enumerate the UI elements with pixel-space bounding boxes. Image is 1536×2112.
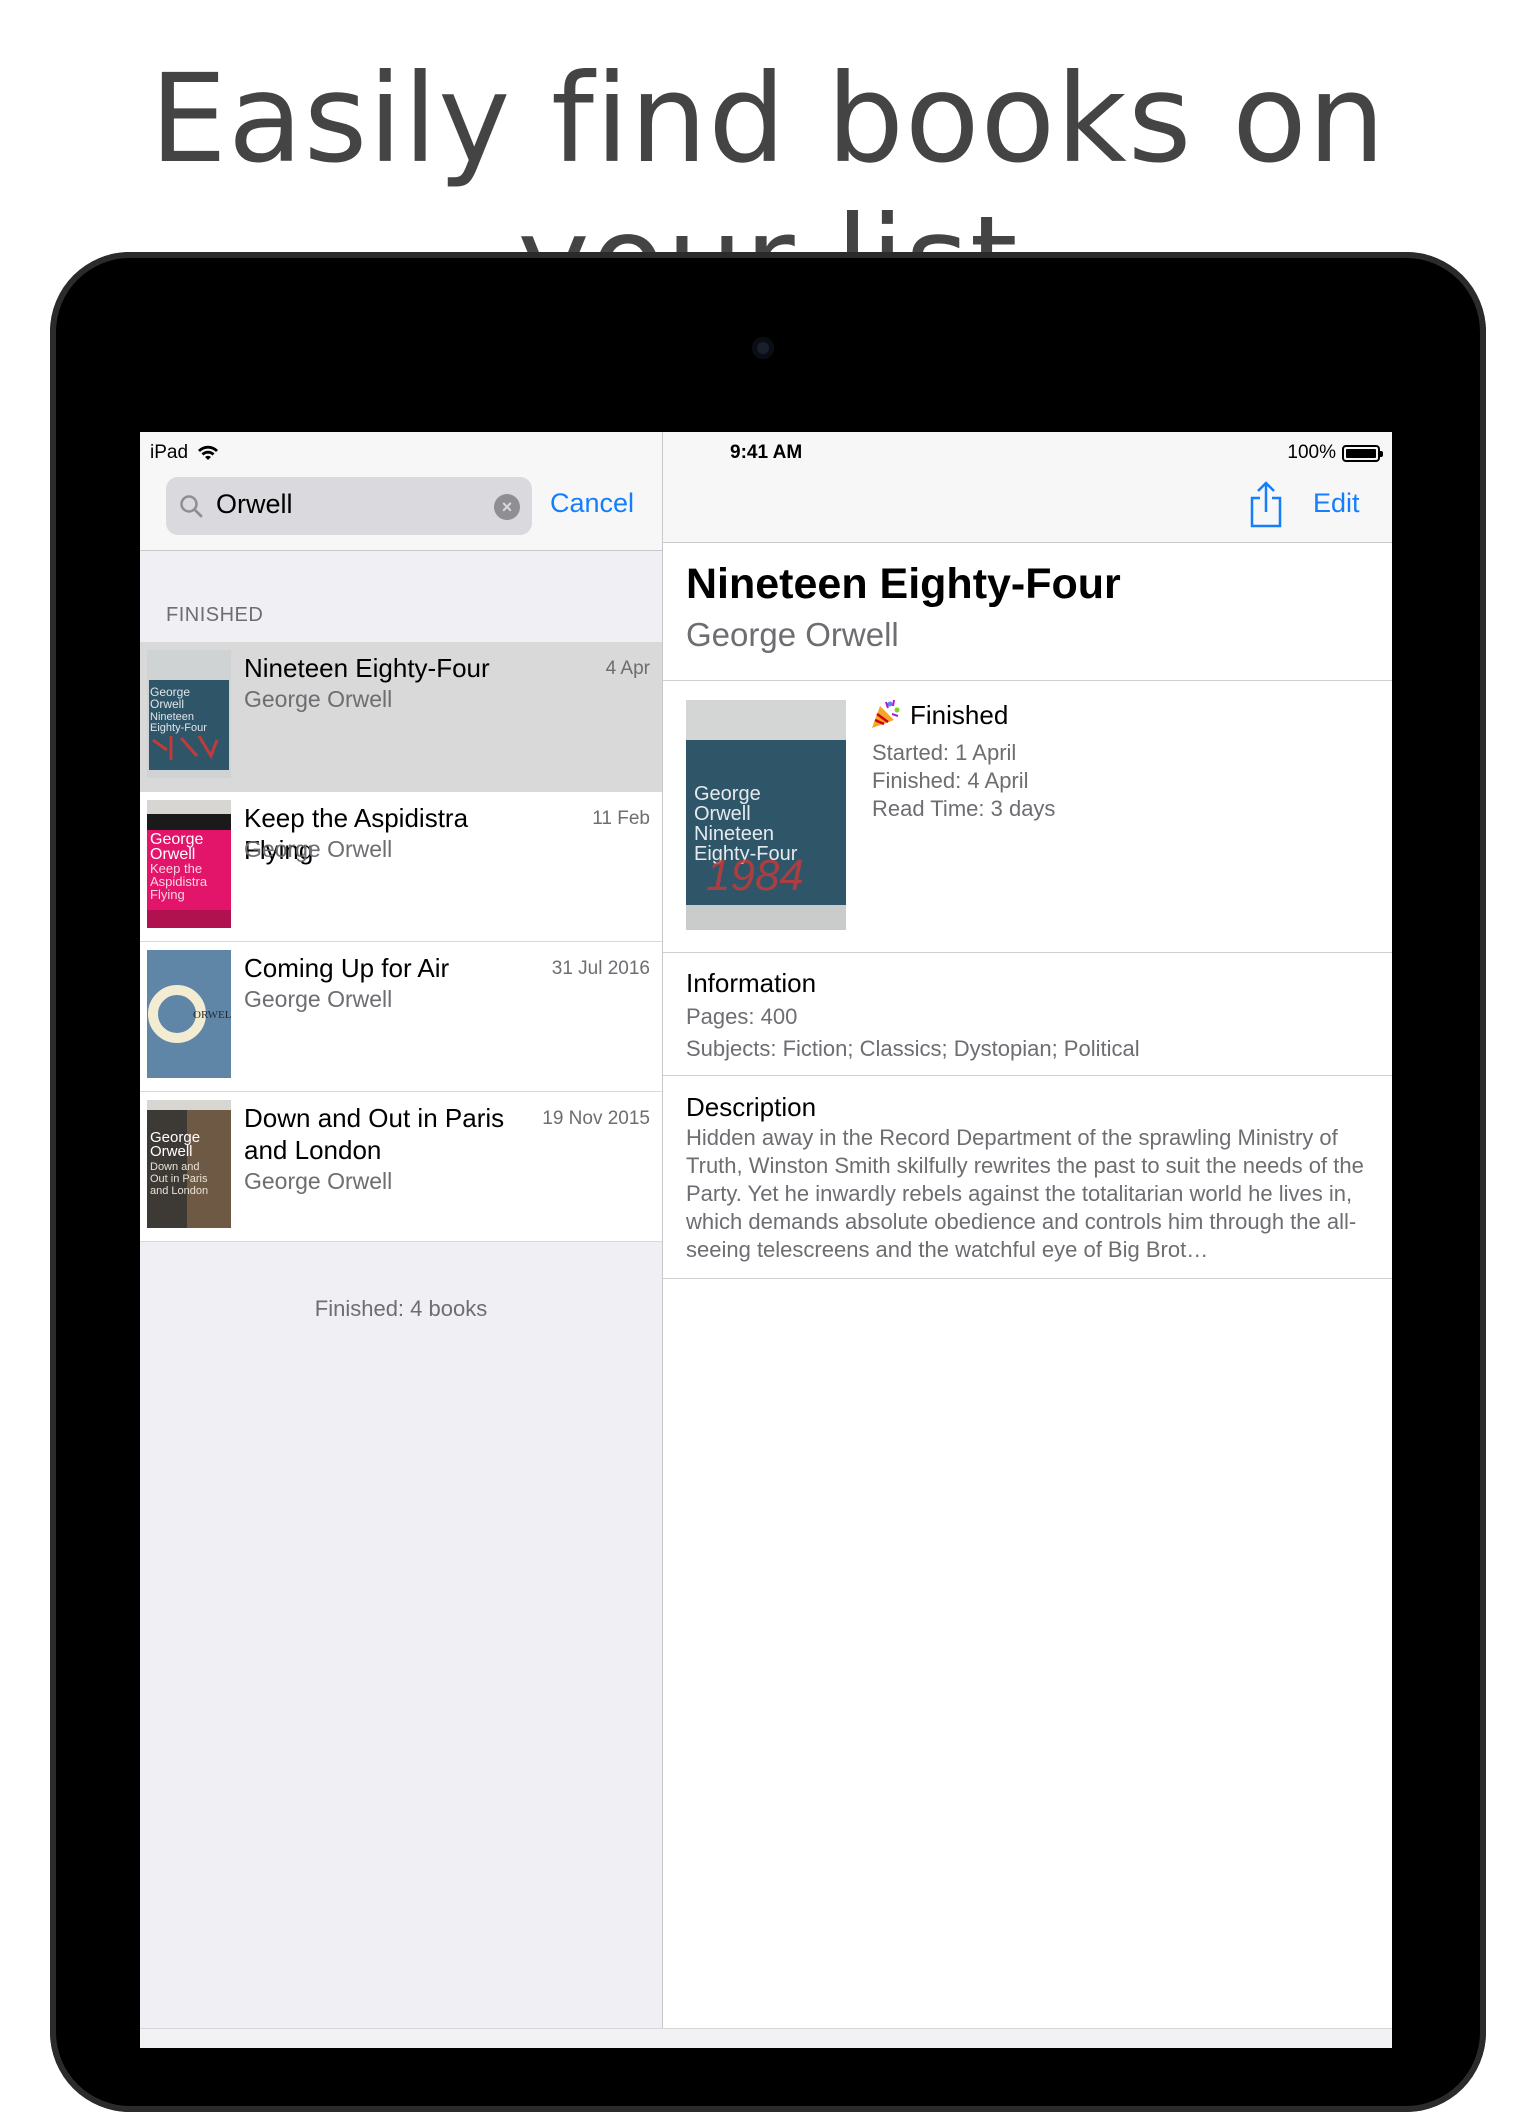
battery-icon (1342, 444, 1383, 462)
ipad-screen: iPad 9:41 AM 100% Orwell × Cancel FINISH… (140, 432, 1392, 2048)
book-title: Down and Out in Paris and London (244, 1103, 505, 1165)
svg-text:Orwell: Orwell (150, 1143, 193, 1160)
book-list-pane: Orwell × Cancel FINISHED George Orwell N… (140, 432, 663, 2048)
search-value: Orwell (216, 489, 293, 519)
svg-text:Eighty-Four: Eighty-Four (150, 722, 207, 734)
book-row[interactable]: George Orwell Nineteen Eighty-Four Ninet… (140, 642, 662, 792)
book-row[interactable]: George Orwell Down and Out in Paris and … (140, 1092, 662, 1242)
read-status: Finished (868, 698, 1008, 732)
pages-info: Pages: 400 (686, 1004, 798, 1029)
wifi-icon (198, 445, 219, 460)
edit-button[interactable]: Edit (1313, 488, 1360, 519)
book-author: George Orwell (244, 1168, 393, 1194)
book-author: George Orwell (244, 836, 393, 862)
book-title: Nineteen Eighty-Four (244, 653, 490, 683)
book-row[interactable]: George Orwell Keep the Aspidistra Flying… (140, 792, 662, 942)
cancel-button[interactable]: Cancel (550, 488, 634, 519)
book-list: George Orwell Nineteen Eighty-Four Ninet… (140, 642, 662, 1242)
book-date: 4 Apr (605, 658, 650, 679)
book-cover: George Orwell Down and Out in Paris and … (147, 1100, 231, 1228)
book-cover: George Orwell Keep the Aspidistra Flying (147, 800, 231, 928)
svg-text:Orwell: Orwell (150, 697, 184, 711)
camera (752, 337, 774, 359)
detail-author: George Orwell (686, 616, 899, 653)
tab-bar-edge (140, 2028, 1392, 2048)
book-row[interactable]: ORWELL Coming Up for Air George Orwell 3… (140, 942, 662, 1092)
read-time: Read Time: 3 days (872, 796, 1056, 821)
status-bar: iPad 9:41 AM 100% (140, 432, 1392, 472)
book-date: 31 Jul 2016 (551, 958, 650, 979)
book-cover: ORWELL (147, 950, 231, 1078)
started-date: Started: 1 April (872, 740, 1017, 765)
book-cover: George Orwell Nineteen Eighty-Four (147, 650, 231, 778)
divider (663, 680, 1392, 681)
book-date: 19 Nov 2015 (542, 1108, 650, 1129)
svg-text:Out in Paris: Out in Paris (150, 1173, 208, 1185)
book-detail-pane: Edit Nineteen Eighty-Four George Orwell … (663, 432, 1392, 2048)
party-popper-icon (872, 699, 900, 728)
svg-text:1984: 1984 (706, 851, 804, 900)
search-input[interactable]: Orwell × (166, 477, 532, 535)
book-author: George Orwell (244, 986, 393, 1012)
svg-text:Down and: Down and (150, 1161, 200, 1173)
device-name: iPad (150, 442, 189, 463)
divider (663, 952, 1392, 953)
svg-text:Nineteen: Nineteen (694, 823, 774, 845)
svg-text:Flying: Flying (150, 887, 185, 902)
description-text: Hidden away in the Record Department of … (686, 1125, 1364, 1262)
search-icon (180, 495, 203, 518)
status-time: 9:41 AM (730, 442, 803, 463)
list-footer: Finished: 4 books (314, 1296, 488, 1321)
divider (663, 1278, 1392, 1279)
finished-date: Finished: 4 April (872, 768, 1029, 793)
svg-text:George: George (694, 783, 761, 805)
subjects-info: Subjects: Fiction; Classics; Dystopian; … (686, 1036, 1140, 1061)
information-title: Information (686, 968, 817, 998)
svg-text:Orwell: Orwell (694, 803, 751, 825)
detail-title: Nineteen Eighty-Four (686, 560, 1121, 608)
detail-cover: George Orwell Nineteen Eighty-Four 1984 (686, 700, 846, 930)
book-date: 11 Feb (592, 808, 650, 829)
book-author: George Orwell (244, 686, 393, 712)
svg-text:ORWELL: ORWELL (193, 1009, 231, 1021)
book-title: Coming Up for Air (244, 953, 450, 983)
section-header: FINISHED (166, 604, 264, 626)
divider (663, 1075, 1392, 1076)
description-title: Description (686, 1092, 817, 1122)
share-icon[interactable] (1246, 480, 1286, 530)
battery-percent: 100% (1287, 442, 1336, 463)
svg-text:and London: and London (150, 1185, 208, 1197)
status-label: Finished (910, 699, 1009, 730)
clear-search-icon[interactable]: × (494, 494, 520, 520)
